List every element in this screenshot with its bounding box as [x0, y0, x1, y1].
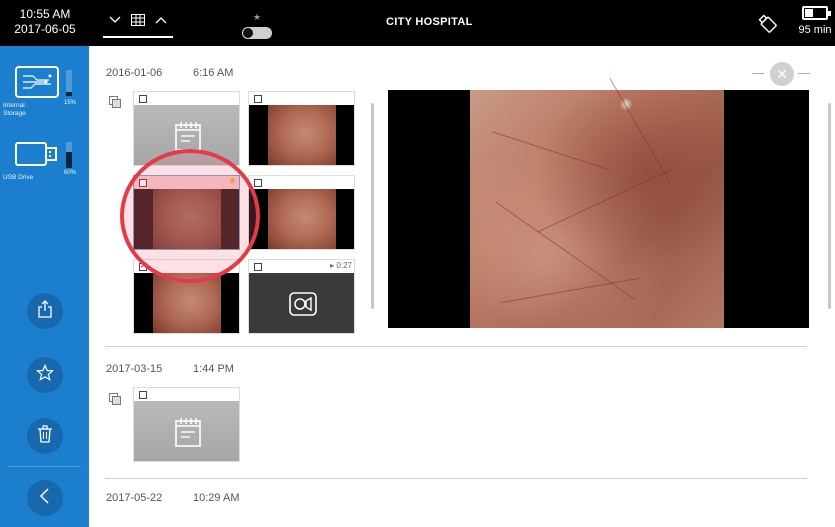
close-preview[interactable]: ✕	[752, 62, 812, 86]
delete-button[interactable]	[27, 418, 63, 454]
media-browser: 2016-01-06 6:16 AM ★ ✓ ▸ 0:27 ✕ 2017-03-…	[89, 46, 835, 527]
back-button[interactable]	[27, 480, 63, 516]
internal-storage-percent: 15%	[64, 100, 77, 106]
select-group-icon[interactable]	[109, 393, 121, 405]
clock-date: 2017-06-05	[14, 22, 76, 36]
battery-icon	[802, 6, 831, 20]
group-time: 10:29 AM	[193, 492, 240, 504]
video-duration: ▸ 0:27	[330, 261, 352, 270]
star-icon	[36, 363, 54, 387]
clock-time: 10:55 AM	[19, 7, 71, 21]
trash-icon	[37, 424, 53, 448]
view-mode-selector[interactable]	[103, 14, 173, 38]
clock: 10:55 AM 2017-06-05	[0, 0, 90, 46]
chevron-left-icon	[39, 487, 51, 509]
top-bar: 10:55 AM 2017-06-05 ★ CITY HOSPITAL 95 m…	[0, 0, 835, 46]
group-date: 2017-05-22	[106, 492, 163, 504]
sidebar-divider	[8, 466, 81, 467]
selection-highlight	[120, 149, 260, 283]
internal-storage-icon	[15, 66, 59, 103]
thumbnail-checkbox[interactable]	[254, 263, 262, 271]
favorite-button[interactable]	[27, 357, 63, 393]
thumbnail-scrollbar[interactable]	[371, 103, 374, 309]
thumbnail-image[interactable]	[248, 175, 355, 250]
group-time: 1:44 PM	[193, 363, 234, 375]
grid-view-icon[interactable]	[131, 14, 145, 29]
group-divider	[105, 478, 807, 479]
video-camera-icon	[249, 273, 354, 333]
usb-eject-icon[interactable]	[757, 13, 779, 35]
internal-storage-level	[66, 70, 72, 96]
chevron-down-icon[interactable]	[109, 14, 121, 29]
toggle-track[interactable]	[242, 27, 272, 39]
endoscopy-thumbnail	[249, 189, 354, 249]
internal-storage-label: Internal Storage	[3, 102, 26, 117]
thumbnail-checkbox[interactable]	[254, 95, 262, 103]
group-date: 2017-03-15	[106, 363, 163, 375]
image-preview[interactable]	[388, 78, 809, 328]
usb-drive-level	[66, 142, 72, 168]
thumbnail-checkbox[interactable]	[254, 179, 262, 187]
sidebar: 15% Internal Storage 60% USB Drive	[0, 46, 89, 527]
note-icon	[134, 401, 239, 461]
star-icon: ★	[253, 12, 262, 22]
hospital-name: CITY HOSPITAL	[386, 16, 473, 28]
thumbnail-image[interactable]	[248, 91, 355, 166]
thumbnail-note[interactable]	[133, 387, 240, 462]
group-divider	[105, 346, 807, 347]
usb-drive[interactable]: 60% USB Drive	[0, 142, 89, 202]
group-time: 6:16 AM	[193, 67, 234, 79]
thumbnail-checkbox[interactable]	[139, 95, 147, 103]
group-date: 2016-01-06	[106, 67, 163, 79]
favorites-toggle[interactable]: ★	[238, 12, 276, 42]
thumbnail-checkbox[interactable]	[139, 391, 147, 399]
usb-drive-icon	[15, 142, 59, 173]
battery-remaining: 95 min	[798, 24, 832, 36]
internal-storage[interactable]: 15% Internal Storage	[0, 66, 89, 126]
battery-indicator: 95 min	[796, 6, 834, 44]
preview-scrollbar[interactable]	[828, 103, 831, 309]
thumbnail-video[interactable]: ▸ 0:27	[248, 259, 355, 334]
toggle-knob	[242, 27, 254, 39]
endoscopy-image	[470, 78, 724, 328]
usb-drive-percent: 60%	[64, 170, 77, 176]
select-group-icon[interactable]	[109, 96, 121, 108]
endoscopy-thumbnail	[249, 105, 354, 165]
close-icon[interactable]: ✕	[770, 62, 794, 86]
export-button[interactable]	[27, 293, 63, 329]
usb-drive-label: USB Drive	[3, 174, 34, 181]
share-icon	[37, 299, 53, 323]
chevron-up-icon[interactable]	[155, 14, 167, 29]
